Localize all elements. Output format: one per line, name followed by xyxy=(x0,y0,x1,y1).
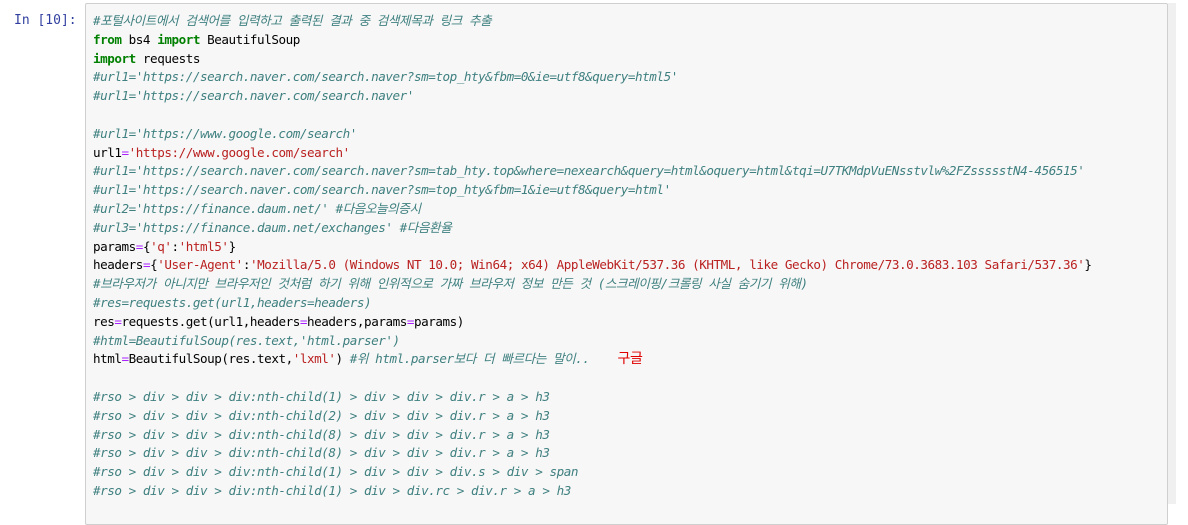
code-line: url1='https://www.google.com/search' xyxy=(93,144,1092,163)
code-text: params) xyxy=(414,313,464,329)
code-string: 'html5' xyxy=(178,238,229,254)
notebook-cell: In [10]: #포털사이트에서 검색어를 입력하고 출력된 결과 중 검색제… xyxy=(0,0,1188,525)
code-text: : xyxy=(171,238,179,254)
code-operator: = xyxy=(135,238,144,254)
code-line: #rso > div > div > div:nth-child(1) > di… xyxy=(93,388,1092,407)
code-line: #url3='https://finance.daum.net/exchange… xyxy=(93,219,1092,238)
code-line: res=requests.get(url1,headers=headers,pa… xyxy=(93,313,1092,332)
code-line: #res=requests.get(url1,headers=headers) xyxy=(93,294,1092,313)
code-keyword: import xyxy=(157,31,200,47)
code-operator: = xyxy=(406,313,415,329)
code-operator: = xyxy=(121,144,130,160)
code-line: #html=BeautifulSoup(res.text,'html.parse… xyxy=(93,332,1092,351)
code-text: html xyxy=(93,351,122,367)
code-line: #포털사이트에서 검색어를 입력하고 출력된 결과 중 검색제목과 링크 추출 xyxy=(93,12,1092,31)
code-line: #url2='https://finance.daum.net/' #다음오늘의… xyxy=(93,200,1092,219)
code-text: BeautifulSoup xyxy=(200,31,300,47)
code-text: ) xyxy=(335,351,350,367)
code-string: 'lxml' xyxy=(292,351,336,367)
code-operator: = xyxy=(121,351,130,367)
code-string: 'https://www.google.com/search' xyxy=(128,144,351,160)
code-comment: #rso > div > div > div:nth-child(1) > di… xyxy=(93,464,578,480)
code-comment: #rso > div > div > div:nth-child(2) > di… xyxy=(93,407,550,423)
code-comment: #rso > div > div > div:nth-child(8) > di… xyxy=(93,445,550,461)
code-text: } xyxy=(228,238,237,254)
code-text: BeautifulSoup(res.text, xyxy=(128,351,293,367)
code-comment: #rso > div > div > div:nth-child(8) > di… xyxy=(93,426,550,442)
code-comment: #포털사이트에서 검색어를 입력하고 출력된 결과 중 검색제목과 링크 추출 xyxy=(93,13,492,28)
code-comment: #url2='https://finance.daum.net/' #다음오늘의… xyxy=(93,200,421,216)
code-line: #url1='https://search.naver.com/search.n… xyxy=(93,68,1092,87)
code-keyword: import xyxy=(93,50,136,66)
code-keyword: from xyxy=(93,31,122,47)
code-comment: #url1='https://search.naver.com/search.n… xyxy=(93,163,1085,179)
annotation-label: 구글 xyxy=(617,351,643,368)
code-comment: #브라우저가 아니지만 브라우저인 것처럼 하기 위해 인위적으로 가짜 브라우… xyxy=(93,276,808,292)
code-text: } xyxy=(1084,257,1092,273)
code-line: #url1='https://search.naver.com/search.n… xyxy=(93,87,1092,106)
code-comment: #url1='https://search.naver.com/search.n… xyxy=(93,69,678,85)
code-line: #rso > div > div > div:nth-child(1) > di… xyxy=(93,482,1092,501)
code-line: #rso > div > div > div:nth-child(1) > di… xyxy=(93,463,1092,482)
code-string: 'q' xyxy=(150,238,172,254)
code-text: params xyxy=(93,238,136,254)
code-operator: = xyxy=(114,313,122,329)
code-line: #url1='https://www.google.com/search' xyxy=(93,125,1092,144)
code-text: : xyxy=(242,257,251,273)
code-text: headers,params xyxy=(307,313,407,329)
code-text: headers xyxy=(93,257,143,273)
code-text: requests.get(url1,headers xyxy=(121,313,301,329)
code-comment: #url3='https://finance.daum.net/exchange… xyxy=(93,219,452,235)
code-text: requests xyxy=(135,50,201,66)
code-editor[interactable]: #포털사이트에서 검색어를 입력하고 출력된 결과 중 검색제목과 링크 추출 f… xyxy=(85,3,1168,525)
code-comment: #url1='https://search.naver.com/search.n… xyxy=(93,182,671,198)
code-comment: #url1='https://www.google.com/search' xyxy=(93,125,357,141)
code-string: 'Mozilla/5.0 (Windows NT 10.0; Win64; x6… xyxy=(249,257,1085,273)
code-comment: #rso > div > div > div:nth-child(1) > di… xyxy=(93,482,571,498)
code-line: #url1='https://search.naver.com/search.n… xyxy=(93,162,1092,181)
scrollbar[interactable] xyxy=(1168,3,1176,504)
code-string: 'User-Agent' xyxy=(157,257,243,273)
code-operator: = xyxy=(299,313,308,329)
code-line: import requests xyxy=(93,50,1092,69)
code-text: res xyxy=(93,313,115,329)
code-block[interactable]: #포털사이트에서 검색어를 입력하고 출력된 결과 중 검색제목과 링크 추출 f… xyxy=(93,12,1092,501)
code-text: url1 xyxy=(93,144,122,160)
code-comment: #html=BeautifulSoup(res.text,'html.parse… xyxy=(93,332,400,348)
code-line: #url1='https://search.naver.com/search.n… xyxy=(93,181,1092,200)
code-line: #rso > div > div > div:nth-child(2) > di… xyxy=(93,407,1092,426)
code-line: headers={'User-Agent':'Mozilla/5.0 (Wind… xyxy=(93,256,1092,275)
code-line: #rso > div > div > div:nth-child(8) > di… xyxy=(93,444,1092,463)
code-line: #rso > div > div > div:nth-child(8) > di… xyxy=(93,426,1092,445)
cell-prompt: In [10]: xyxy=(14,13,77,28)
code-comment: #url1='https://search.naver.com/search.n… xyxy=(93,88,414,104)
code-text: { xyxy=(142,238,151,254)
code-line: #브라우저가 아니지만 브라우저인 것처럼 하기 위해 인위적으로 가짜 브라우… xyxy=(93,275,1092,294)
code-text: bs4 xyxy=(121,31,158,47)
code-comment: #위 html.parser보다 더 빠르다는 말이.. xyxy=(349,351,590,367)
code-line: from bs4 import BeautifulSoup xyxy=(93,31,1092,50)
code-comment: #res=requests.get(url1,headers=headers) xyxy=(93,294,372,310)
code-line: html=BeautifulSoup(res.text,'lxml') #위 h… xyxy=(93,350,1092,369)
code-comment: #rso > div > div > div:nth-child(1) > di… xyxy=(93,388,550,404)
code-line: params={'q':'html5'} xyxy=(93,238,1092,257)
code-operator: = xyxy=(142,257,151,273)
